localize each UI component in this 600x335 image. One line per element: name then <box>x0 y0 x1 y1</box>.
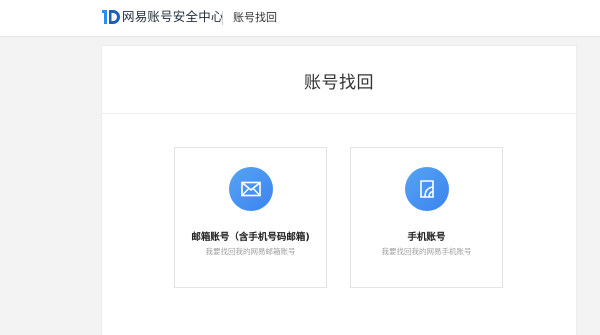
mail-icon <box>229 167 273 211</box>
phone-option-description: 我要找回我的网易手机账号 <box>381 247 472 256</box>
phone-option-title: 手机账号 <box>407 232 446 243</box>
netease-security-logo[interactable]: 网易账号安全中心 <box>102 9 224 25</box>
email-option-title: 邮箱账号（含手机号码邮箱) <box>191 232 310 243</box>
phone-icon <box>405 167 449 211</box>
panel-header: 账号找回 <box>102 46 576 114</box>
logo-icon <box>102 9 120 25</box>
logo-text: 网易账号安全中心 <box>122 9 224 24</box>
nav-page-title: 账号找回 <box>233 11 277 24</box>
header-divider <box>222 11 223 25</box>
phone-account-option[interactable]: 手机账号 我要找回我的网易手机账号 <box>350 147 503 288</box>
top-navigation-bar: 网易账号安全中心 账号找回 <box>0 0 600 37</box>
email-account-option[interactable]: 邮箱账号（含手机号码邮箱) 我要找回我的网易邮箱账号 <box>174 147 327 288</box>
page-title: 账号找回 <box>304 73 374 93</box>
account-recovery-panel: 账号找回 邮箱账号（含手机号码邮箱) 我要找回我的网易邮箱账号 手机账号 我要找… <box>101 45 577 335</box>
email-option-description: 我要找回我的网易邮箱账号 <box>205 247 296 256</box>
